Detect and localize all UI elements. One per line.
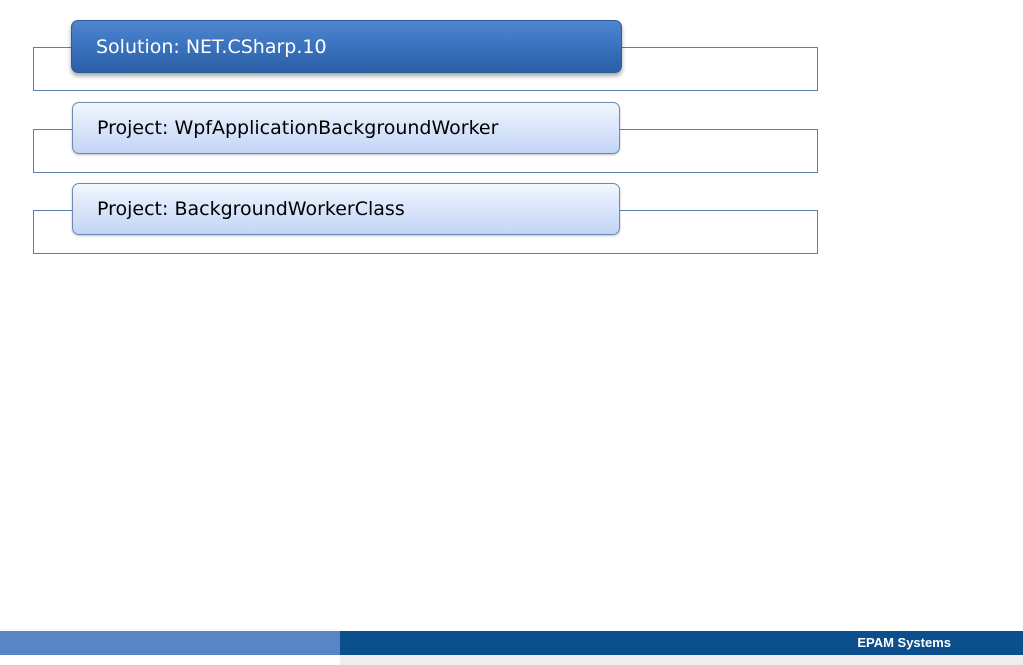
project-tag: Project: WpfApplicationBackgroundWorker bbox=[72, 102, 620, 154]
project-label: Project: BackgroundWorkerClass bbox=[97, 198, 405, 220]
footer-accent-left bbox=[0, 631, 340, 655]
solution-label: Solution: NET.CSharp.10 bbox=[96, 35, 327, 58]
project-label: Project: WpfApplicationBackgroundWorker bbox=[97, 117, 499, 139]
project-tag: Project: BackgroundWorkerClass bbox=[72, 183, 620, 235]
footer-underline bbox=[340, 655, 1023, 665]
footer-bar: EPAM Systems bbox=[0, 631, 1023, 665]
slide: Solution: NET.CSharp.10 Project: WpfAppl… bbox=[0, 0, 1023, 665]
solution-tag: Solution: NET.CSharp.10 bbox=[71, 20, 622, 73]
footer-accent-right: EPAM Systems bbox=[340, 631, 1023, 655]
footer-brand: EPAM Systems bbox=[857, 635, 951, 650]
